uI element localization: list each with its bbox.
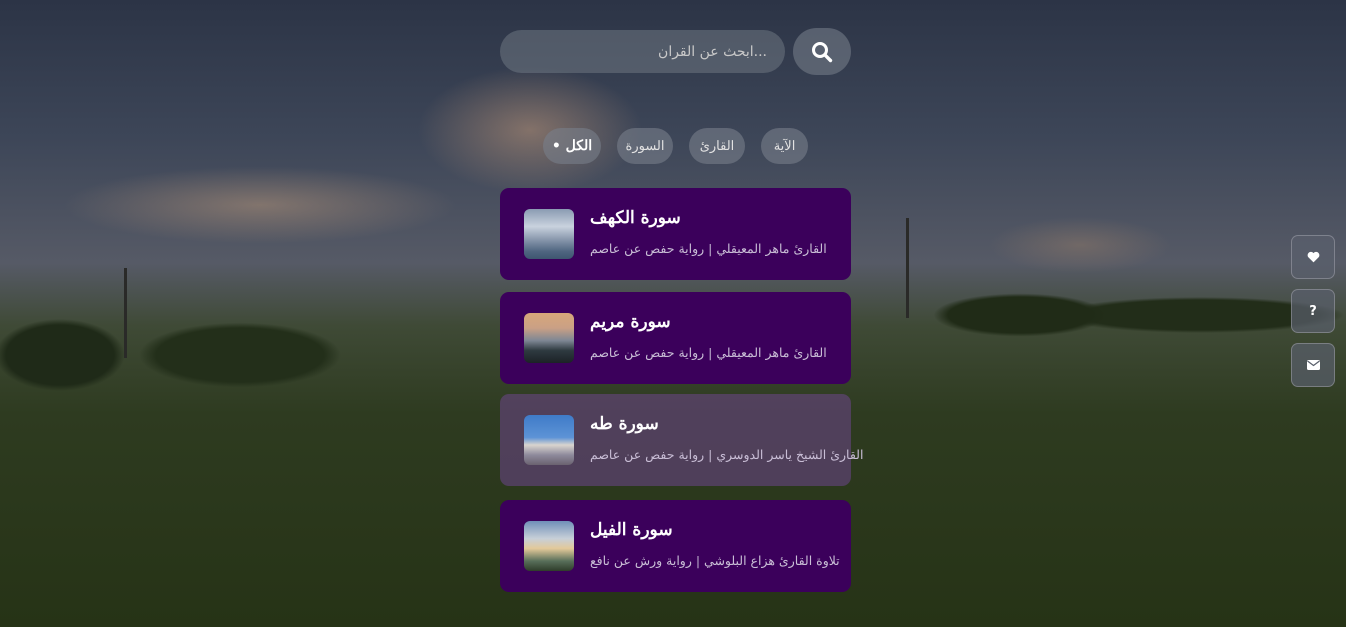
surah-title: سورة الفيل (590, 520, 673, 540)
filter-ayah[interactable]: الآية (761, 128, 808, 164)
reciter-subtitle: القارئ الشيخ ياسر الدوسري | رواية حفص عن… (590, 447, 864, 462)
result-card[interactable]: سورة الكهف القارئ ماهر المعيقلي | رواية … (500, 188, 851, 280)
result-card[interactable]: سورة الفيل تلاوة القارئ هزاع البلوشي | ر… (500, 500, 851, 592)
result-card[interactable]: سورة طه القارئ الشيخ ياسر الدوسري | رواي… (500, 394, 863, 486)
search-button[interactable] (793, 28, 851, 75)
help-button[interactable]: ? (1291, 289, 1335, 333)
favorites-button[interactable] (1291, 235, 1335, 279)
thumbnail-image (524, 209, 574, 259)
thumbnail-image (524, 521, 574, 571)
background-pole-left (124, 268, 127, 358)
reciter-subtitle: القارئ ماهر المعيقلي | رواية حفص عن عاصم (590, 241, 827, 256)
reciter-subtitle: القارئ ماهر المعيقلي | رواية حفص عن عاصم (590, 345, 827, 360)
question-icon: ? (1309, 303, 1317, 319)
reciter-subtitle: تلاوة القارئ هزاع البلوشي | رواية ورش عن… (590, 553, 840, 568)
surah-title: سورة مريم (590, 312, 671, 332)
filter-all[interactable]: الكل • (543, 128, 601, 164)
surah-title: سورة الكهف (590, 208, 681, 228)
filter-surah[interactable]: السورة (617, 128, 673, 164)
heart-icon (1307, 251, 1319, 263)
filter-bar: الآية القارئ السورة الكل • (0, 128, 1346, 164)
thumbnail-image (524, 415, 574, 465)
result-card[interactable]: سورة مريم القارئ ماهر المعيقلي | رواية ح… (500, 292, 851, 384)
contact-button[interactable] (1291, 343, 1335, 387)
filter-reciter[interactable]: القارئ (689, 128, 745, 164)
thumbnail-image (524, 313, 574, 363)
background-pole-right (906, 218, 909, 318)
search-input[interactable] (500, 30, 785, 73)
surah-title: سورة طه (590, 414, 659, 434)
search-icon (812, 41, 833, 62)
envelope-icon (1306, 360, 1320, 370)
